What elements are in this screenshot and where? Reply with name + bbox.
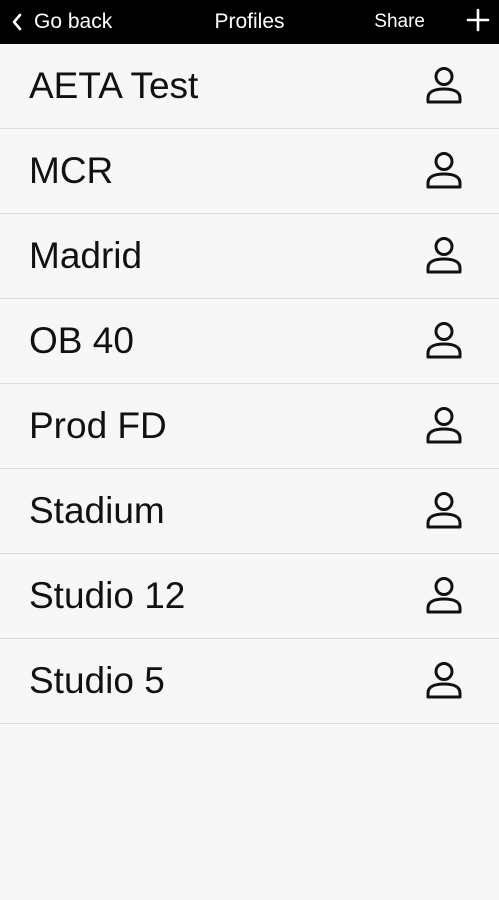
- person-icon[interactable]: [423, 235, 465, 277]
- person-icon[interactable]: [423, 405, 465, 447]
- profile-row[interactable]: Prod FD: [0, 384, 499, 469]
- profile-name: Madrid: [29, 235, 143, 276]
- profile-row[interactable]: MCR: [0, 129, 499, 214]
- profile-row[interactable]: AETA Test: [0, 44, 499, 129]
- profile-row[interactable]: Stadium: [0, 469, 499, 554]
- person-icon[interactable]: [423, 65, 465, 107]
- person-icon[interactable]: [423, 150, 465, 192]
- profile-name: AETA Test: [29, 65, 199, 106]
- top-navigation-bar: Go back Profiles Share: [0, 0, 499, 44]
- person-icon[interactable]: [423, 660, 465, 702]
- profile-name: OB 40: [29, 320, 134, 361]
- profiles-screen: Go back Profiles Share AETA Test MCR Mad…: [0, 0, 499, 900]
- profile-name: Prod FD: [29, 405, 167, 446]
- person-icon[interactable]: [423, 490, 465, 532]
- profile-list: AETA Test MCR Madrid OB 40 Prod FD Stadi…: [0, 44, 499, 724]
- go-back-button[interactable]: Go back: [8, 0, 112, 44]
- profile-name: Stadium: [29, 490, 165, 531]
- profile-name: MCR: [29, 150, 114, 191]
- profile-row[interactable]: Studio 12: [0, 554, 499, 639]
- person-icon[interactable]: [423, 575, 465, 617]
- go-back-label: Go back: [34, 10, 113, 33]
- profile-row[interactable]: OB 40: [0, 299, 499, 384]
- profile-name: Studio 12: [29, 575, 186, 616]
- profile-name: Studio 5: [29, 660, 165, 701]
- person-icon[interactable]: [423, 320, 465, 362]
- profile-row[interactable]: Madrid: [0, 214, 499, 299]
- plus-icon: [466, 8, 490, 37]
- add-profile-button[interactable]: [463, 0, 493, 44]
- share-button[interactable]: Share: [374, 0, 425, 44]
- profile-row[interactable]: Studio 5: [0, 639, 499, 724]
- chevron-left-icon: [8, 0, 26, 44]
